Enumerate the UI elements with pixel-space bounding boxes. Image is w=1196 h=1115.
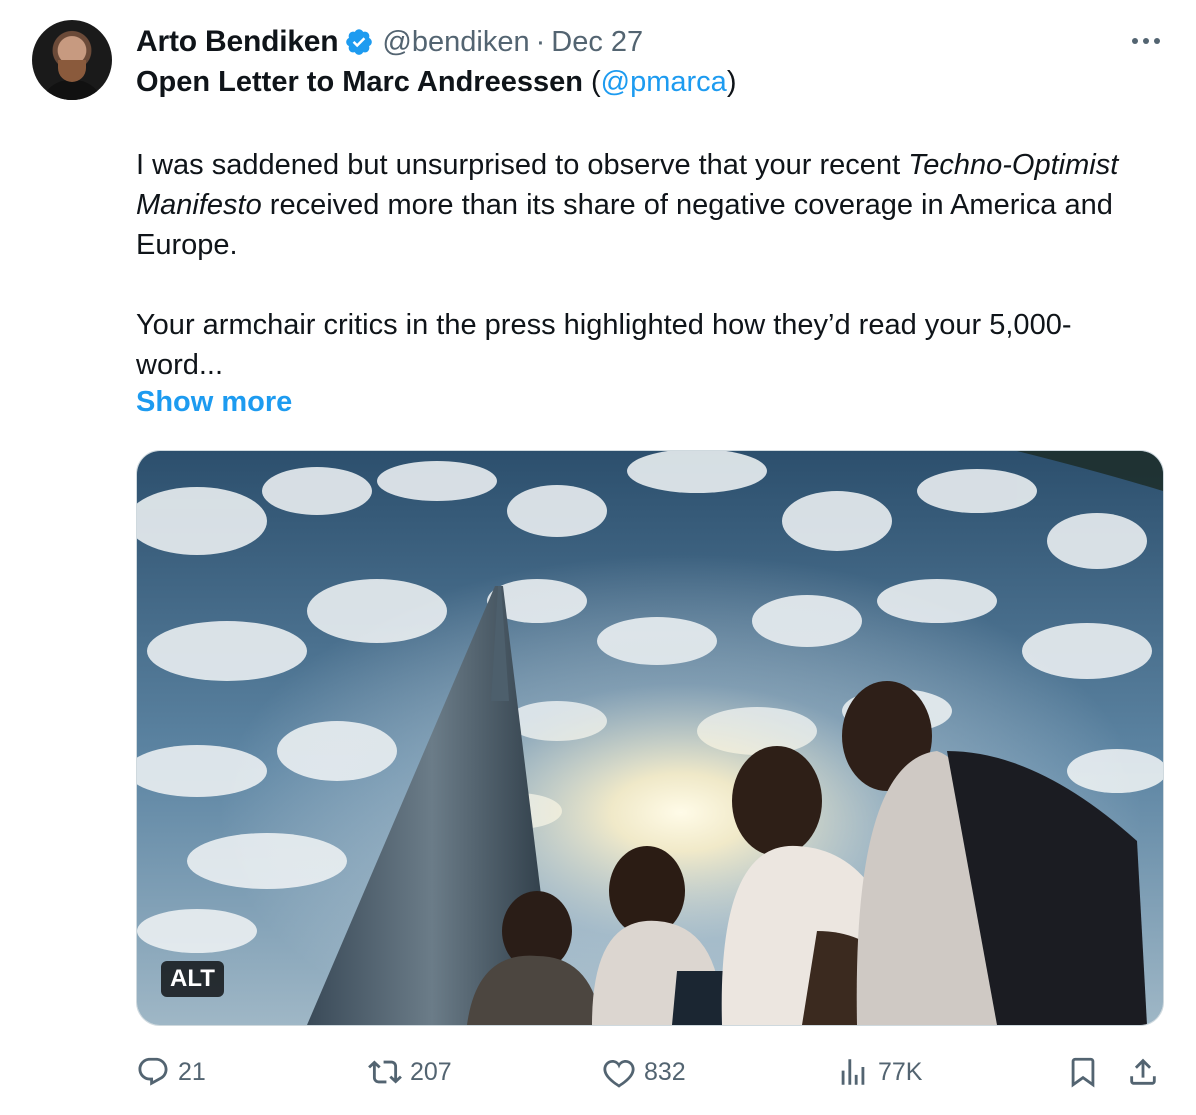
- p1-start: I was saddened but unsurprised to observ…: [136, 149, 909, 181]
- reply-button[interactable]: 21: [136, 1046, 206, 1098]
- share-button[interactable]: [1126, 1046, 1168, 1098]
- views-chart-icon: [841, 1059, 865, 1085]
- tweet-paragraph-1: I was saddened but unsurprised to observ…: [136, 145, 1156, 265]
- more-options-icon[interactable]: [1126, 28, 1166, 54]
- tweet-paragraph-2: Your armchair critics in the press highl…: [136, 309, 1072, 381]
- retweet-count: 207: [410, 1057, 452, 1086]
- retweet-button[interactable]: 207: [368, 1046, 452, 1098]
- reply-count: 21: [178, 1057, 206, 1086]
- like-button[interactable]: 832: [602, 1046, 686, 1098]
- alt-text-badge[interactable]: ALT: [161, 961, 224, 997]
- author-name[interactable]: Arto Bendiken: [136, 25, 339, 59]
- bookmark-icon: [1071, 1057, 1095, 1088]
- avatar-shirt: [40, 80, 104, 100]
- views-count: 77K: [878, 1057, 923, 1086]
- bookmark-button[interactable]: [1066, 1046, 1108, 1098]
- tweet-image-illustration: [137, 451, 1163, 1025]
- tweet-date[interactable]: Dec 27: [551, 26, 643, 59]
- separator-dot: ·: [535, 25, 546, 58]
- title-open-paren: (: [591, 66, 601, 98]
- more-dot: [1154, 38, 1160, 44]
- share-icon: [1130, 1058, 1156, 1085]
- tweet-image[interactable]: ALT: [136, 450, 1164, 1026]
- heart-icon: [603, 1059, 635, 1088]
- more-dot: [1132, 38, 1138, 44]
- show-more-link[interactable]: Show more: [136, 386, 292, 419]
- views-button[interactable]: 77K: [836, 1046, 922, 1098]
- tweet-header: Arto Bendiken @bendiken · Dec 27: [136, 22, 643, 62]
- author-avatar[interactable]: [32, 20, 112, 100]
- title-close-paren: ): [726, 66, 737, 98]
- avatar-beard: [58, 60, 86, 82]
- title-text: Open Letter to Marc Andreessen: [136, 66, 583, 98]
- like-count: 832: [644, 1057, 686, 1086]
- more-dot: [1143, 38, 1149, 44]
- verified-badge-icon: [346, 29, 373, 55]
- mention-link[interactable]: @pmarca: [601, 66, 727, 98]
- tweet-body: I was saddened but unsurprised to observ…: [136, 145, 1156, 385]
- retweet-icon: [368, 1060, 402, 1084]
- p1-end: received more than its share of negative…: [136, 189, 1113, 261]
- reply-icon: [138, 1057, 168, 1086]
- author-handle[interactable]: @bendiken: [382, 26, 529, 59]
- tweet-actions: 21 207 832 77K: [136, 1046, 1166, 1098]
- tweet-title: Open Letter to Marc Andreessen (@pmarca): [136, 66, 736, 99]
